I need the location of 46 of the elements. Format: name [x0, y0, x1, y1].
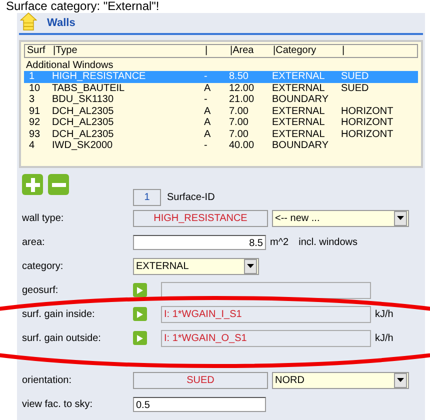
field-label: surf. gain inside: — [22, 308, 96, 320]
column-header[interactable]: | — [205, 45, 230, 57]
column-header[interactable]: |Category — [273, 45, 342, 57]
caption: Surface category: "External"! — [6, 0, 160, 13]
remove-button[interactable] — [48, 174, 69, 195]
minus-icon — [52, 182, 66, 186]
dropdown[interactable]: <-- new ... — [272, 210, 409, 226]
plus-icon — [26, 178, 40, 192]
input-field[interactable]: 0.5 — [133, 396, 266, 412]
list-row[interactable]: 92 DCH_AL2305 A 7.00 EXTERNAL HORIZONT — [24, 117, 418, 128]
note-label: incl. windows — [298, 236, 358, 248]
id-label: Surface-ID — [167, 192, 215, 202]
field-label: geosurf: — [22, 284, 60, 296]
field-label: view fac. to sky: — [22, 398, 94, 410]
unit-label: kJ/h — [375, 332, 394, 344]
column-header[interactable]: Surf — [27, 45, 53, 57]
field-label: category: — [22, 260, 64, 272]
column-header[interactable]: |Area — [230, 45, 273, 57]
field-label: orientation: — [22, 374, 72, 386]
list-row[interactable]: 10 TABS_BAUTEIL A 12.00 EXTERNAL SUED — [24, 82, 418, 94]
column-header[interactable]: | — [342, 45, 412, 57]
list-row[interactable]: 93 DCH_AL2305 A 7.00 EXTERNAL HORIZONT — [24, 128, 418, 140]
field-label: wall type: — [22, 212, 65, 224]
dropdown[interactable]: NORD — [272, 372, 409, 388]
readonly-field: HIGH_RESISTANCE — [133, 210, 268, 226]
readonly-field: SUED — [133, 372, 268, 388]
list-row[interactable]: 3 BDU_SK1130 - 21.00 BOUNDARY — [24, 94, 418, 106]
input-field[interactable]: 8.5 — [133, 234, 266, 250]
section-title: Walls — [47, 17, 76, 29]
column-header[interactable]: |Type — [53, 45, 205, 57]
field-label: surf. gain outside: — [22, 332, 102, 344]
play-icon[interactable] — [133, 331, 147, 345]
field-label: area: — [22, 236, 46, 248]
play-icon[interactable] — [133, 283, 147, 297]
formula-field[interactable]: I: 1*WGAIN_O_S1 — [161, 330, 371, 346]
formula-field[interactable] — [161, 282, 371, 298]
add-button[interactable] — [22, 174, 43, 195]
dropdown[interactable]: EXTERNAL — [133, 258, 259, 274]
list-row[interactable]: 4 IWD_SK2000 - 40.00 BOUNDARY — [24, 140, 418, 152]
id-field[interactable]: 1 — [133, 188, 161, 206]
unit-label: m^2 — [270, 236, 289, 248]
unit-label: kJ/h — [375, 308, 394, 320]
list-row[interactable]: 91 DCH_AL2305 A 7.00 EXTERNAL HORIZONT — [24, 106, 418, 117]
formula-field[interactable]: I: 1*WGAIN_I_S1 — [161, 306, 371, 322]
play-icon[interactable] — [133, 307, 147, 321]
group-label: Additional Windows — [25, 60, 114, 71]
